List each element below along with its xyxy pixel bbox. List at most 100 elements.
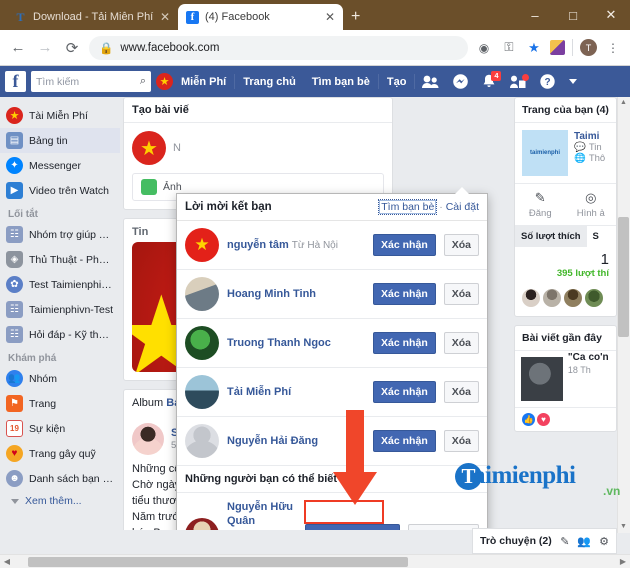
horizontal-scroll-thumb[interactable] <box>28 557 408 567</box>
messenger-icon[interactable] <box>446 74 475 89</box>
maximize-button[interactable]: □ <box>554 8 592 23</box>
sidebar-item-shortcut-3[interactable]: ☷ Taimienphivn-Test <box>0 297 120 322</box>
remove-suggestion-button[interactable]: Xóa, gỡ bỏ <box>408 523 479 530</box>
delete-button[interactable]: Xóa <box>443 332 479 354</box>
browser-tab-1[interactable]: f (4) Facebook ✕ <box>178 4 343 30</box>
sidebar-item-groups[interactable]: 👥 Nhóm <box>0 366 120 391</box>
vertical-scrollbar[interactable]: ▲ ▼ <box>617 97 630 533</box>
friend-request-row[interactable]: Truong Thanh Ngoc Xác nhận Xóa <box>177 319 487 368</box>
add-friend-button[interactable]: Thêm bạn bè <box>304 523 401 530</box>
minimize-button[interactable]: – <box>516 8 554 23</box>
search-input[interactable]: Tìm kiếm ⌕ <box>31 71 151 92</box>
sidebar-item-pages[interactable]: ⚑ Trang <box>0 391 120 416</box>
page-row[interactable]: taimienphi Taimi 💬 Tin 🌐 Thô <box>515 123 616 183</box>
composer-photo-label: Ảnh <box>163 181 182 193</box>
nav-home[interactable]: Trang chủ <box>235 76 304 88</box>
friend-name[interactable]: Nguyễn Hải Đăng <box>227 435 318 447</box>
key-icon[interactable]: ⚿ <box>500 40 518 55</box>
sidebar-item-label: Messenger <box>29 159 81 172</box>
chat-bar[interactable]: Trò chuyện (2) ✎ 👥 ⚙ <box>472 528 617 554</box>
facebook-logo-icon[interactable]: f <box>5 71 26 92</box>
delete-button[interactable]: Xóa <box>443 430 479 452</box>
sidebar-item-friend-list[interactable]: ☻ Danh sách bạn bè <box>0 466 120 491</box>
page-name[interactable]: Taimi <box>574 131 599 142</box>
sidebar-item-label: Thủ Thuật - Phần ... <box>29 253 114 266</box>
friend-name[interactable]: nguyễn tâm <box>227 239 289 251</box>
composer-row[interactable]: ★ N <box>124 123 392 173</box>
page-photo-button[interactable]: ◎ Hình ả <box>566 184 617 225</box>
recent-post-row[interactable]: "Ca co'n 18 Th <box>515 351 616 407</box>
confirm-button[interactable]: Xác nhận <box>373 430 436 452</box>
sidebar-item-profile[interactable]: ★ Tài Miễn Phí <box>0 103 120 128</box>
nav-find-friends[interactable]: Tìm bạn bè <box>304 76 378 88</box>
nav-create[interactable]: Tạo <box>379 76 415 88</box>
sidebar-item-label: Danh sách bạn bè <box>29 472 114 485</box>
account-shortcuts-icon[interactable] <box>503 73 533 89</box>
new-tab-button[interactable]: + <box>351 8 360 26</box>
tab-likes[interactable]: Số lượt thích <box>515 226 587 247</box>
bookmark-star-icon[interactable]: ★ <box>525 40 543 56</box>
friend-name[interactable]: Truong Thanh Ngoc <box>227 337 331 349</box>
find-friends-link[interactable]: Tìm bạn bè <box>378 199 438 215</box>
sidebar-item-watch[interactable]: ▶ Video trên Watch <box>0 178 120 203</box>
tab-other[interactable]: S <box>587 226 605 247</box>
delete-button[interactable]: Xóa <box>443 234 479 256</box>
sidebar-see-more-button[interactable]: Xem thêm... <box>0 491 120 511</box>
sidebar-item-fundraisers[interactable]: ♥ Trang gây quỹ <box>0 441 120 466</box>
reload-icon[interactable]: ⟳ <box>62 39 82 57</box>
search-icon[interactable]: ⌕ <box>140 75 146 88</box>
back-icon[interactable]: ← <box>8 39 28 56</box>
chrome-menu-icon[interactable]: ⋮ <box>604 41 622 55</box>
friend-name[interactable]: Hoang Minh Tinh <box>227 288 316 300</box>
scroll-left-arrow-icon[interactable]: ◀ <box>0 555 14 568</box>
sidebar-item-shortcut-4[interactable]: ☷ Hỏi đáp - Kỹ thuật -... <box>0 322 120 347</box>
page-stat-likes: 395 lượt thí <box>556 268 609 279</box>
delete-button[interactable]: Xóa <box>443 381 479 403</box>
puzzle-icon[interactable] <box>550 40 565 55</box>
friend-request-row[interactable]: ★ nguyễn tâm Từ Hà Nội Xác nhận Xóa <box>177 221 487 270</box>
sidebar-item-events[interactable]: 19 Sự kiện <box>0 416 120 441</box>
confirm-button[interactable]: Xác nhận <box>373 381 436 403</box>
vertical-scroll-thumb[interactable] <box>618 217 629 337</box>
friend-requests-icon[interactable] <box>415 75 446 89</box>
delete-button[interactable]: Xóa <box>443 283 479 305</box>
sidebar-item-label: Hỏi đáp - Kỹ thuật -... <box>29 328 114 341</box>
extension-icon[interactable]: ◉ <box>475 41 493 55</box>
help-icon[interactable]: ? <box>533 74 562 89</box>
composer-input[interactable]: N <box>173 142 384 154</box>
close-tab-icon[interactable]: ✕ <box>160 10 170 24</box>
forward-icon[interactable]: → <box>35 39 55 56</box>
address-bar[interactable]: 🔒 www.facebook.com <box>89 35 468 60</box>
confirm-button[interactable]: Xác nhận <box>373 283 436 305</box>
globe-icon: ✿ <box>6 276 23 293</box>
profile-avatar[interactable]: T <box>580 39 597 56</box>
chat-settings-gear-icon[interactable]: ⚙ <box>599 535 609 548</box>
confirm-button[interactable]: Xác nhận <box>373 234 436 256</box>
confirm-button[interactable]: Xác nhận <box>373 332 436 354</box>
sidebar-item-shortcut-2[interactable]: ✿ Test Taimienphi.vn <box>0 272 120 297</box>
sidebar-item-newsfeed[interactable]: ▤ Bảng tin <box>0 128 120 153</box>
notifications-icon[interactable]: 4 <box>475 71 503 89</box>
compose-chat-icon[interactable]: ✎ <box>560 535 569 548</box>
new-group-icon[interactable]: 👥 <box>577 535 591 548</box>
scroll-right-arrow-icon[interactable]: ▶ <box>616 555 630 568</box>
scroll-up-arrow-icon[interactable]: ▲ <box>618 97 629 109</box>
friend-request-row[interactable]: Hoang Minh Tinh Xác nhận Xóa <box>177 270 487 319</box>
close-window-button[interactable]: ✕ <box>592 7 630 23</box>
recent-posts-card: Bài viết gần đây "Ca co'n 18 Th 👍 ♥ <box>514 325 617 432</box>
page-post-button[interactable]: ✎ Đăng <box>515 184 566 225</box>
close-tab-icon[interactable]: ✕ <box>325 10 335 24</box>
browser-tab-0[interactable]: T Download - Tải Miễn Phí VN - Ph ✕ <box>6 4 178 30</box>
composer-title: Tạo bài viế <box>124 98 392 123</box>
sidebar-item-messenger[interactable]: ✦ Messenger <box>0 153 120 178</box>
sidebar-item-shortcut-1[interactable]: ◈ Thủ Thuật - Phần ... <box>0 247 120 272</box>
friend-name[interactable]: Tải Miễn Phí <box>227 386 291 398</box>
profile-flag-avatar[interactable]: ★ <box>156 73 173 90</box>
sidebar-item-shortcut-0[interactable]: ☷ Nhóm trợ giúp Tai... <box>0 222 120 247</box>
horizontal-scrollbar[interactable]: ◀ ▶ <box>0 554 630 568</box>
friend-name[interactable]: Nguyễn Hữu Quân <box>227 501 293 527</box>
account-menu-caret[interactable] <box>562 79 584 84</box>
nav-user-name[interactable]: Miễn Phí <box>173 76 234 88</box>
settings-link[interactable]: Cài đặt <box>446 201 479 213</box>
scroll-down-arrow-icon[interactable]: ▼ <box>618 521 629 533</box>
